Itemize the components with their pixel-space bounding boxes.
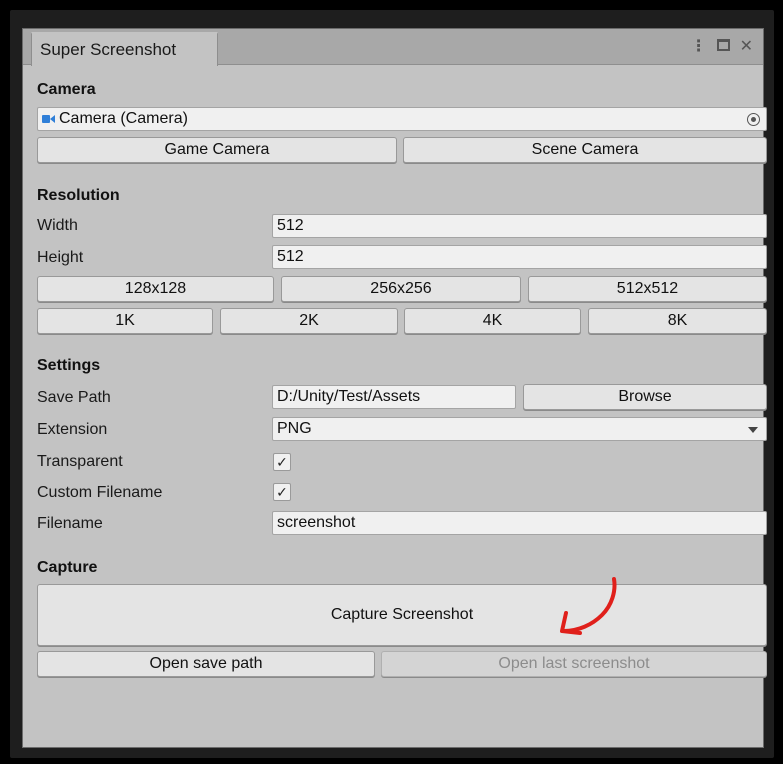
preset-128-button[interactable]: 128x128 [37, 276, 274, 302]
extension-label: Extension [37, 421, 108, 438]
camera-object-field[interactable]: Camera (Camera) [37, 107, 767, 131]
maximize-icon[interactable] [716, 39, 730, 51]
save-path-field[interactable]: D:/Unity/Test/Assets [272, 385, 516, 409]
resolution-section-header: Resolution [37, 187, 120, 204]
settings-section-header: Settings [37, 357, 101, 374]
camera-icon [42, 114, 55, 124]
extension-selected-value: PNG [277, 420, 312, 437]
preset-4k-button[interactable]: 4K [404, 308, 581, 334]
filename-field[interactable]: screenshot [272, 511, 767, 535]
transparent-checkbox[interactable]: ✓ [273, 453, 291, 471]
capture-screenshot-button[interactable]: Capture Screenshot [37, 584, 767, 646]
open-save-path-button[interactable]: Open save path [37, 651, 375, 677]
transparent-label: Transparent [37, 453, 123, 470]
filename-label: Filename [37, 515, 103, 532]
camera-section-header: Camera [37, 81, 96, 98]
kebab-menu-icon[interactable]: ⋮ [691, 36, 707, 56]
close-icon[interactable]: ✕ [740, 36, 753, 56]
browse-button[interactable]: Browse [523, 384, 767, 410]
scene-camera-button[interactable]: Scene Camera [403, 137, 767, 163]
game-camera-button[interactable]: Game Camera [37, 137, 397, 163]
red-arrow-annotation [560, 577, 617, 635]
height-field[interactable]: 512 [272, 245, 767, 269]
preset-1k-button[interactable]: 1K [37, 308, 213, 334]
object-picker-icon[interactable] [747, 113, 760, 126]
open-last-screenshot-button[interactable]: Open last screenshot [381, 651, 767, 677]
capture-section-header: Capture [37, 559, 98, 576]
window-titlebar: Super Screenshot ⋮ ✕ [23, 29, 763, 66]
preset-512-button[interactable]: 512x512 [528, 276, 767, 302]
custom-filename-label: Custom Filename [37, 484, 163, 501]
preset-8k-button[interactable]: 8K [588, 308, 767, 334]
dropdown-arrow-icon [748, 427, 758, 433]
save-path-label: Save Path [37, 389, 111, 406]
custom-filename-checkbox[interactable]: ✓ [273, 483, 291, 501]
window-controls: ⋮ ✕ [691, 36, 753, 56]
height-label: Height [37, 249, 84, 266]
preset-256-button[interactable]: 256x256 [281, 276, 521, 302]
tab-super-screenshot[interactable]: Super Screenshot [31, 32, 218, 66]
super-screenshot-window: Super Screenshot ⋮ ✕ Camera Camera (Came… [22, 28, 767, 748]
camera-object-value: Camera (Camera) [59, 110, 188, 127]
extension-dropdown[interactable]: PNG [272, 417, 767, 441]
width-field[interactable]: 512 [272, 214, 767, 238]
preset-2k-button[interactable]: 2K [220, 308, 398, 334]
width-label: Width [37, 217, 78, 234]
